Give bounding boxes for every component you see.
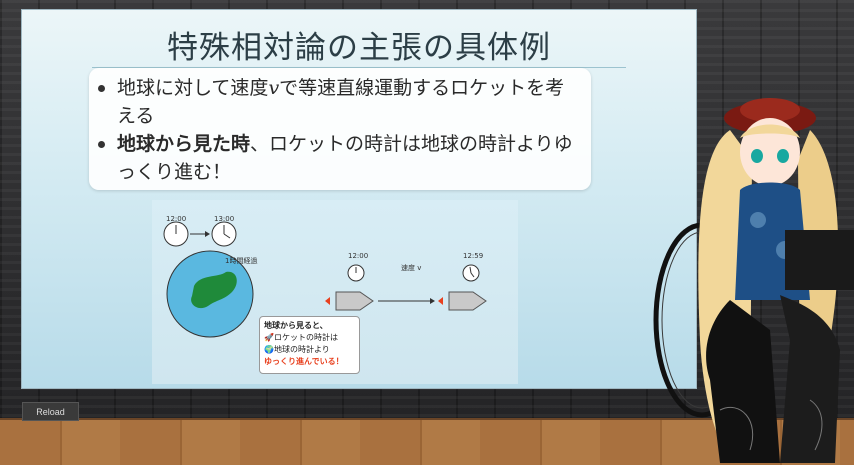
slide-title: 特殊相対論の主張の具体例	[167, 30, 551, 66]
bullet-1-variable: v	[268, 77, 280, 99]
rocket-clock-start-label: 12:00	[348, 252, 369, 260]
bullet-box: 地球に対して速度vで等速直線運動するロケットを考える 地球から見た時、ロケットの…	[89, 68, 591, 190]
reload-button[interactable]: Reload	[22, 402, 79, 421]
avatar-leg-left	[706, 300, 780, 463]
vtuber-avatar	[653, 98, 854, 463]
bullet-1: 地球に対して速度vで等速直線運動するロケットを考える	[98, 74, 581, 130]
presentation-slide: 特殊相対論の主張の具体例 地球に対して速度vで等速直線運動するロケットを考える …	[21, 9, 697, 389]
rocket-start-icon	[335, 291, 374, 311]
laptop-icon	[785, 230, 854, 290]
rocket-clock-end-label: 12:59	[463, 252, 484, 260]
callout-box: 地球から見ると、 🚀ロケットの時計は 🌍地球の時計より ゆっくり進んでいる！	[259, 316, 360, 374]
callout-line-2: 🌍地球の時計より	[264, 345, 330, 354]
time-dilation-diagram: 12:00 13:00 1時間経過 12:00 12:59 速度 v 地球から見…	[152, 200, 518, 384]
callout-line-3: ゆっくり進んでいる！	[264, 357, 344, 366]
callout-line-1: 🚀ロケットの時計は	[264, 333, 338, 342]
earth-clock-start-label: 12:00	[166, 215, 187, 223]
callout-heading: 地球から見ると、	[264, 321, 328, 330]
elapsed-label: 1時間経過	[225, 257, 258, 265]
earth-clock-end-label: 13:00	[214, 215, 235, 223]
rocket-end-icon	[448, 291, 487, 311]
bullet-2: 地球から見た時、ロケットの時計は地球の時計よりゆっくり進む！	[98, 130, 581, 186]
speed-label: 速度 v	[401, 264, 422, 272]
bullet-2-bold-text: 地球から見た時	[117, 133, 251, 155]
bullet-1-text-pre: 地球に対して速度	[117, 77, 269, 99]
